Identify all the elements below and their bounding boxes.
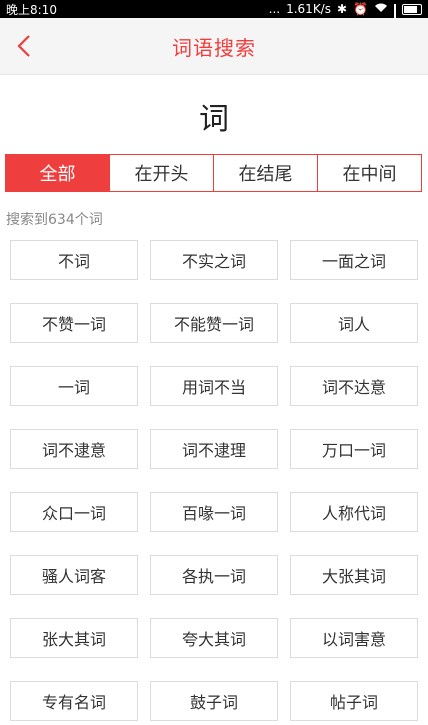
result-item[interactable]: 人称代词 xyxy=(290,492,418,532)
result-item[interactable]: 一词 xyxy=(10,366,138,406)
signal-icon xyxy=(394,4,396,29)
tab-0[interactable]: 全部 xyxy=(6,155,109,191)
result-item[interactable]: 各执一词 xyxy=(150,555,278,595)
alarm-icon: ⏰ xyxy=(353,2,368,16)
position-filter-tabs: 全部 在开头 在结尾 在中间 xyxy=(5,154,422,192)
status-bar: 晚上8:10 ... 1.61K/s ✱ ⏰ xyxy=(0,0,428,29)
result-item[interactable]: 张大其词 xyxy=(10,618,138,658)
back-button[interactable] xyxy=(8,30,40,62)
result-item[interactable]: 不词 xyxy=(10,240,138,280)
result-item[interactable]: 词不逮理 xyxy=(150,429,278,469)
result-item[interactable]: 专有名词 xyxy=(10,681,138,721)
result-item[interactable]: 大张其词 xyxy=(290,555,418,595)
result-item[interactable]: 百喙一词 xyxy=(150,492,278,532)
results-grid: 不词 不实之词 一面之词不赞一词 不能赞一词 词人一词 用词不当 词不达意词不逮意 词不逮理万… xyxy=(10,240,418,721)
status-indicators: ... 1.61K/s ✱ ⏰ xyxy=(268,2,422,29)
tab-3[interactable]: 在中间 xyxy=(317,155,421,191)
search-word: 词 xyxy=(199,102,229,137)
app-header: 词语搜索 xyxy=(0,18,428,75)
network-speed: 1.61K/s xyxy=(286,2,331,16)
result-item[interactable]: 夸大其词 xyxy=(150,618,278,658)
result-item[interactable]: 众口一词 xyxy=(10,492,138,532)
result-count: 搜索到634个词 xyxy=(6,212,103,228)
result-item[interactable]: 词不逮意 xyxy=(10,429,138,469)
status-time: 晚上8:10 xyxy=(6,2,57,17)
result-item[interactable]: 不实之词 xyxy=(150,240,278,280)
battery-icon xyxy=(402,3,422,15)
wifi-icon xyxy=(374,2,388,16)
chevron-left-icon xyxy=(17,35,30,57)
result-item[interactable]: 鼓子词 xyxy=(150,681,278,721)
page-title: 词语搜索 xyxy=(172,35,256,60)
result-item[interactable]: 以词害意 xyxy=(290,618,418,658)
result-item[interactable]: 词人 xyxy=(290,303,418,343)
tab-1[interactable]: 在开头 xyxy=(109,155,213,191)
result-item[interactable]: 帖子词 xyxy=(290,681,418,721)
status-dots: ... xyxy=(268,2,281,16)
result-item[interactable]: 用词不当 xyxy=(150,366,278,406)
result-item[interactable]: 一面之词 xyxy=(290,240,418,280)
result-item[interactable]: 万口一词 xyxy=(290,429,418,469)
tab-2[interactable]: 在结尾 xyxy=(213,155,317,191)
result-item[interactable]: 不能赞一词 xyxy=(150,303,278,343)
result-item[interactable]: 不赞一词 xyxy=(10,303,138,343)
bluetooth-icon: ✱ xyxy=(336,2,348,16)
result-item[interactable]: 词不达意 xyxy=(290,366,418,406)
result-item[interactable]: 骚人词客 xyxy=(10,555,138,595)
